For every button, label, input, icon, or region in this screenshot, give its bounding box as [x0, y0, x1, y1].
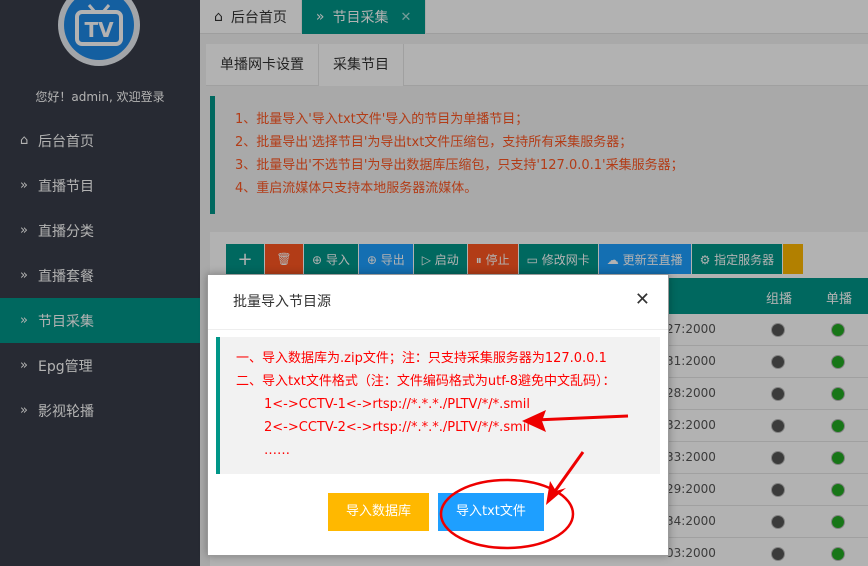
- import-txt-button[interactable]: 导入txt文件: [438, 493, 544, 531]
- instruction-line: 一、导入数据库为.zip文件；注：只支持采集服务器为127.0.0.1: [236, 351, 607, 366]
- import-database-button[interactable]: 导入数据库: [328, 493, 430, 531]
- format-example-line: 1<->CCTV-1<->rtsp://*.*.*./PLTV/*/*.smil: [264, 397, 530, 412]
- dialog-buttons: 导入数据库 导入txt文件: [208, 493, 670, 533]
- close-icon[interactable]: ✕: [635, 289, 650, 310]
- import-dialog: 批量导入节目源 ✕ 一、导入数据库为.zip文件；注：只支持采集服务器为127.…: [207, 274, 669, 556]
- ellipsis-line: ……: [264, 443, 290, 458]
- instruction-line: 二、导入txt文件格式（注：文件编码格式为utf-8避免中文乱码）：: [236, 374, 616, 389]
- dialog-instructions: 一、导入数据库为.zip文件；注：只支持采集服务器为127.0.0.1 二、导入…: [216, 337, 660, 474]
- dialog-title: 批量导入节目源: [208, 275, 668, 330]
- format-example-line: 2<->CCTV-2<->rtsp://*.*.*./PLTV/*/*.smil: [264, 420, 530, 435]
